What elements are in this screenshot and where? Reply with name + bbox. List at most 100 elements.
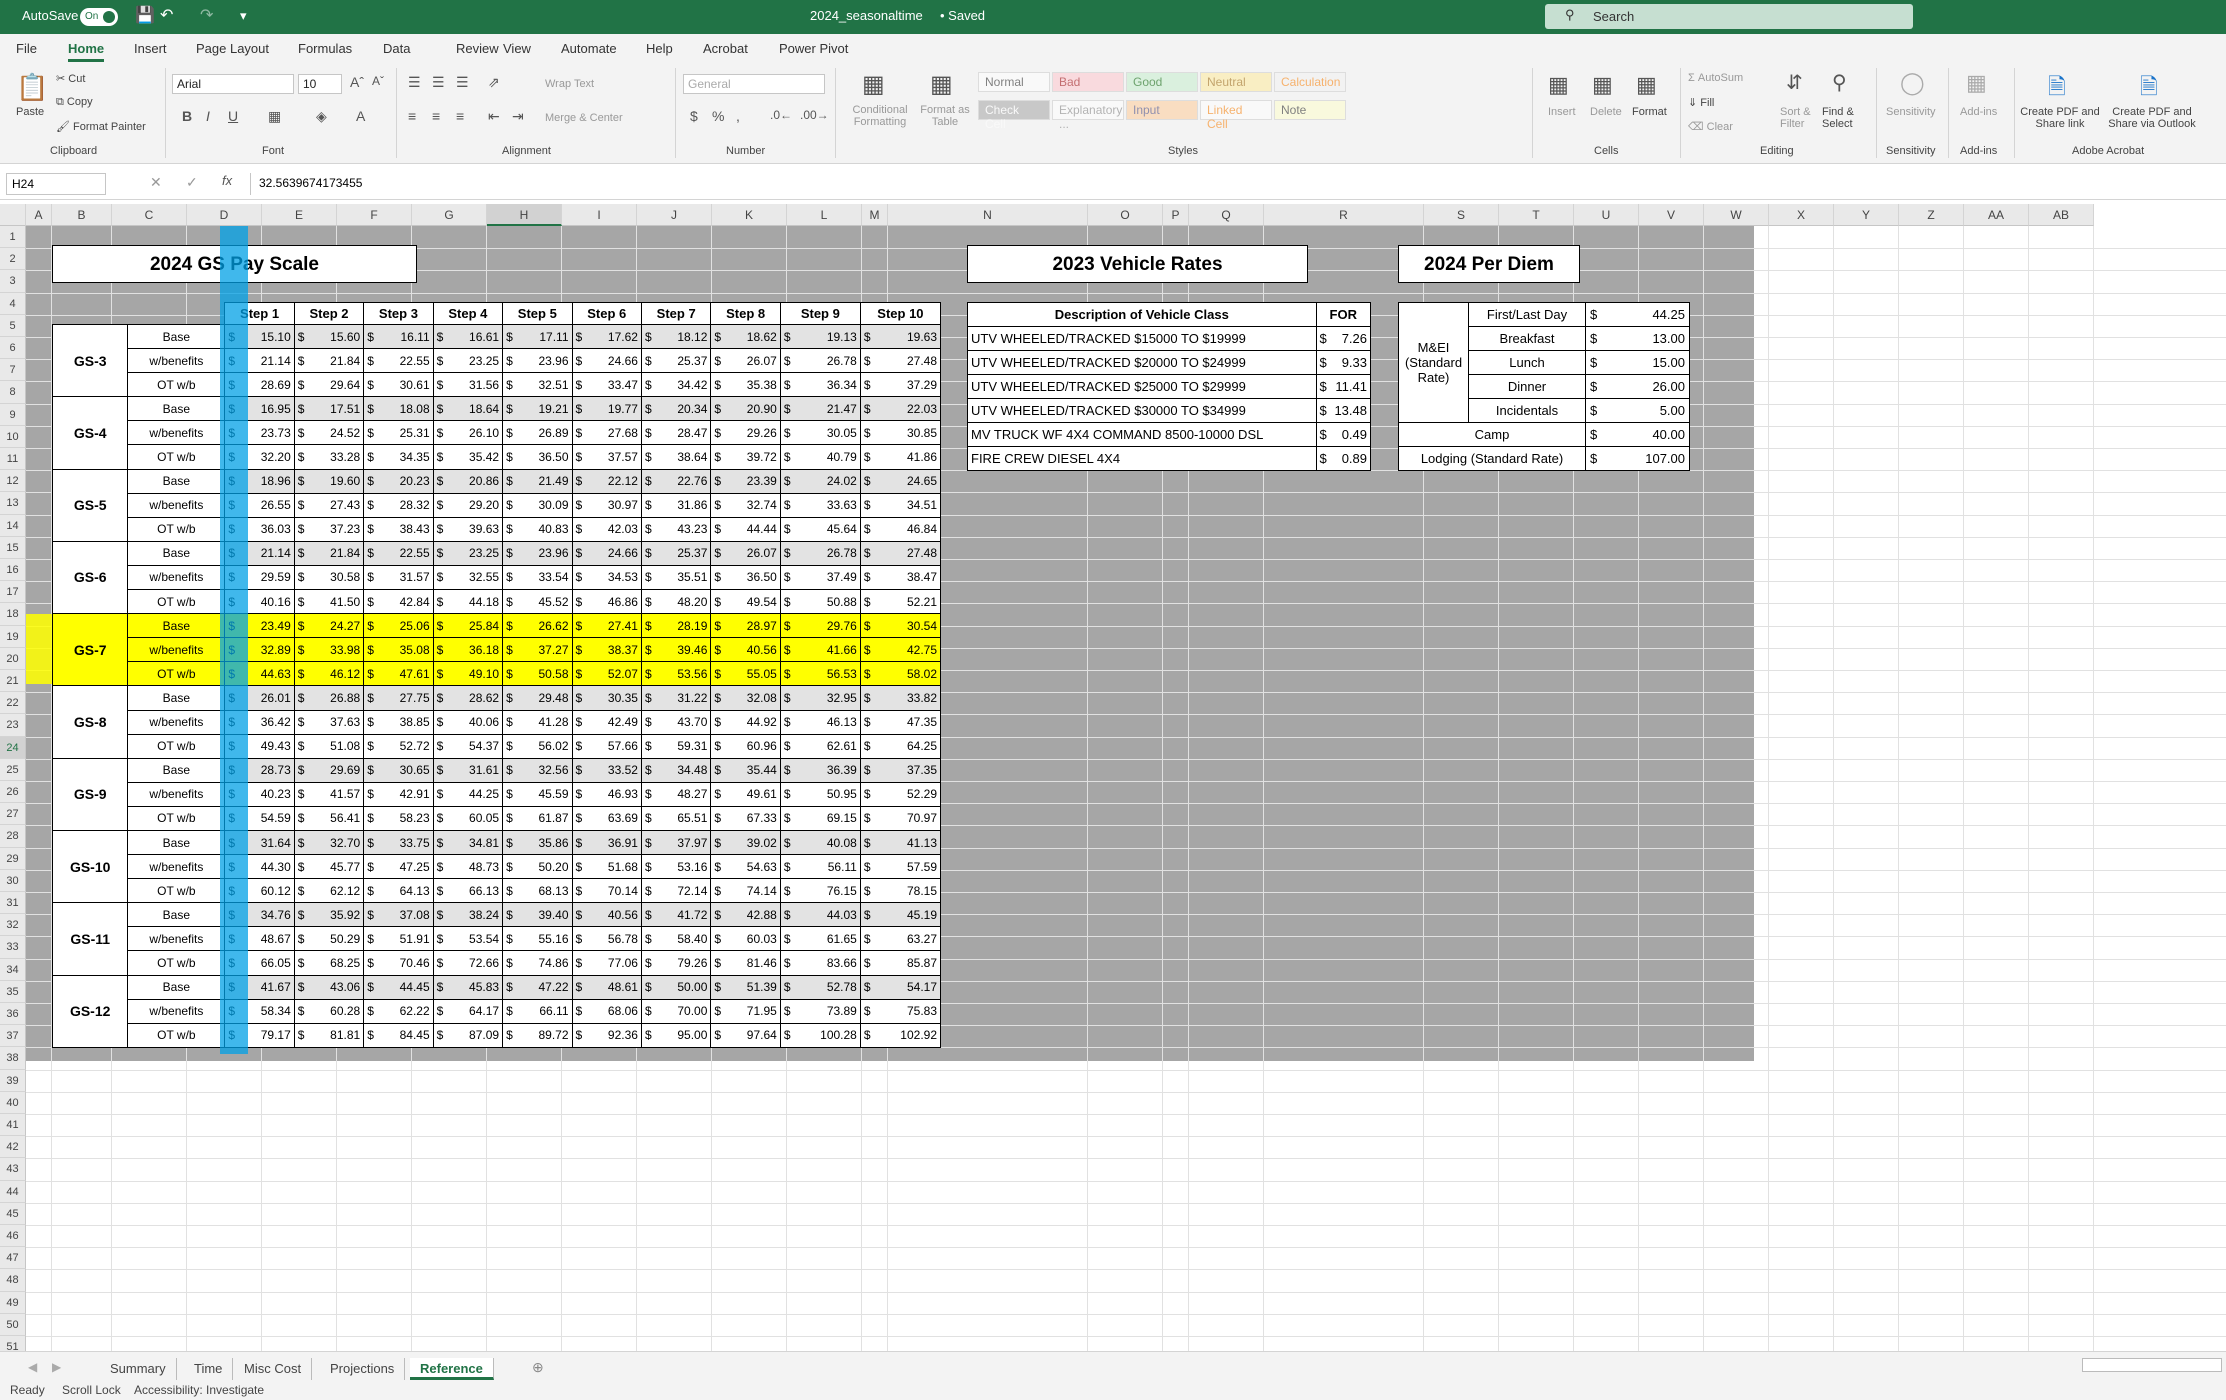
pay-cell[interactable]: $21.47 bbox=[779, 396, 861, 422]
row-header-23[interactable]: 23 bbox=[0, 714, 26, 737]
pay-cell[interactable]: $39.40 bbox=[502, 902, 573, 928]
pay-cell[interactable]: $42.49 bbox=[571, 709, 642, 735]
row-header-12[interactable]: 12 bbox=[0, 470, 26, 493]
autosave-toggle[interactable]: On bbox=[80, 8, 118, 26]
per-diem-amount[interactable]: $5.00 bbox=[1585, 398, 1690, 423]
pay-cell[interactable]: $51.91 bbox=[363, 926, 434, 952]
pay-cell[interactable]: $50.95 bbox=[779, 781, 861, 807]
vehicle-desc[interactable]: UTV WHEELED/TRACKED $20000 TO $24999 bbox=[967, 350, 1317, 375]
pay-cell[interactable]: $64.25 bbox=[859, 733, 942, 759]
wrap-text-button[interactable]: Wrap Text bbox=[545, 78, 594, 90]
pay-cell[interactable]: $25.06 bbox=[363, 613, 434, 639]
pay-cell[interactable]: $61.87 bbox=[502, 805, 573, 831]
pay-cell[interactable]: $72.66 bbox=[432, 950, 504, 976]
pay-cell[interactable]: $45.19 bbox=[859, 902, 942, 928]
pay-cell[interactable]: $31.56 bbox=[432, 372, 504, 398]
sort-filter-icon[interactable]: ⇵ bbox=[1786, 70, 1803, 95]
pay-cell[interactable]: $37.29 bbox=[859, 372, 942, 398]
cell-style-7[interactable]: Input bbox=[1126, 100, 1198, 120]
pay-cell[interactable]: $40.06 bbox=[432, 709, 504, 735]
pay-cell[interactable]: $35.42 bbox=[432, 444, 504, 470]
pay-cell[interactable]: $30.35 bbox=[571, 685, 642, 711]
save-icon[interactable]: 💾 bbox=[135, 5, 155, 25]
cell-style-6[interactable]: Explanatory ... bbox=[1052, 100, 1124, 131]
pay-cell[interactable]: $52.78 bbox=[779, 974, 861, 1000]
row-header-19[interactable]: 19 bbox=[0, 625, 26, 648]
pay-cell[interactable]: $54.63 bbox=[710, 854, 781, 880]
pay-cell[interactable]: $34.48 bbox=[640, 757, 712, 783]
pay-cell[interactable]: $35.44 bbox=[710, 757, 781, 783]
pay-cell[interactable]: $40.56 bbox=[710, 637, 781, 663]
pay-cell[interactable]: $70.14 bbox=[571, 878, 642, 904]
pay-cell[interactable]: $17.11 bbox=[502, 323, 573, 350]
pay-cell[interactable]: $38.24 bbox=[432, 902, 504, 928]
pay-cell[interactable]: $51.39 bbox=[710, 974, 781, 1000]
pay-cell[interactable]: $22.76 bbox=[640, 468, 712, 494]
row-header-18[interactable]: 18 bbox=[0, 603, 26, 626]
pay-cell[interactable]: $27.48 bbox=[859, 348, 942, 374]
pay-cell[interactable]: $39.02 bbox=[710, 829, 781, 856]
pay-cell[interactable]: $56.02 bbox=[502, 733, 573, 759]
sheet-tab-misc-cost[interactable]: Misc Cost bbox=[234, 1358, 313, 1380]
row-header-28[interactable]: 28 bbox=[0, 825, 26, 848]
row-header-48[interactable]: 48 bbox=[0, 1269, 26, 1292]
delete-cells-button[interactable]: Delete bbox=[1590, 106, 1622, 118]
pay-cell[interactable]: $64.13 bbox=[363, 878, 434, 904]
row-header-3[interactable]: 3 bbox=[0, 270, 26, 293]
pay-cell[interactable]: $36.50 bbox=[710, 564, 781, 591]
pay-cell[interactable]: $24.65 bbox=[859, 468, 942, 494]
pay-cell[interactable]: $42.91 bbox=[363, 781, 434, 807]
cell-style-5[interactable]: Check Cell bbox=[978, 100, 1050, 131]
pay-cell[interactable]: $81.81 bbox=[293, 1022, 365, 1048]
pay-cell[interactable]: $27.75 bbox=[363, 685, 434, 711]
row-header-42[interactable]: 42 bbox=[0, 1136, 26, 1159]
pay-cell[interactable]: $24.52 bbox=[293, 420, 365, 446]
pay-cell[interactable]: $29.26 bbox=[710, 420, 781, 446]
column-header-Y[interactable]: Y bbox=[1834, 204, 1899, 226]
pay-cell[interactable]: $26.07 bbox=[710, 540, 781, 566]
row-header-49[interactable]: 49 bbox=[0, 1291, 26, 1314]
pay-cell[interactable]: $66.13 bbox=[432, 878, 504, 904]
save-status[interactable]: • Saved bbox=[940, 8, 985, 23]
pay-cell[interactable]: $34.53 bbox=[571, 564, 642, 591]
pay-cell[interactable]: $41.13 bbox=[859, 829, 942, 856]
column-header-AA[interactable]: AA bbox=[1964, 204, 2029, 226]
pay-cell[interactable]: $42.84 bbox=[363, 589, 434, 615]
increase-decimal-icon[interactable]: .0← bbox=[770, 108, 792, 122]
per-diem-item[interactable]: Breakfast bbox=[1468, 326, 1586, 351]
row-header-13[interactable]: 13 bbox=[0, 492, 26, 515]
pay-cell[interactable]: $21.84 bbox=[293, 540, 365, 566]
menu-page-layout[interactable]: Page Layout bbox=[196, 41, 269, 56]
format-as-table-icon[interactable]: ▦ bbox=[930, 70, 953, 99]
pay-cell[interactable]: $29.69 bbox=[293, 757, 365, 783]
insert-cells-icon[interactable]: ▦ bbox=[1548, 72, 1569, 98]
pay-cell[interactable]: $46.84 bbox=[859, 516, 942, 542]
pay-cell[interactable]: $53.56 bbox=[640, 661, 712, 687]
pay-cell[interactable]: $37.08 bbox=[363, 902, 434, 928]
pay-cell[interactable]: $52.29 bbox=[859, 781, 942, 807]
cell-style-2[interactable]: Good bbox=[1126, 72, 1198, 92]
pay-cell[interactable]: $61.65 bbox=[779, 926, 861, 952]
pay-cell[interactable]: $35.51 bbox=[640, 564, 712, 591]
search-box[interactable]: ⚲ Search bbox=[1545, 4, 1913, 29]
pay-cell[interactable]: $18.08 bbox=[363, 396, 434, 422]
pay-cell[interactable]: $49.54 bbox=[710, 589, 781, 615]
redo-icon[interactable]: ↷ bbox=[200, 5, 213, 25]
column-header-Z[interactable]: Z bbox=[1899, 204, 1964, 226]
pay-cell[interactable]: $32.70 bbox=[293, 829, 365, 856]
row-header-29[interactable]: 29 bbox=[0, 847, 26, 870]
pay-cell[interactable]: $58.23 bbox=[363, 805, 434, 831]
pay-cell[interactable]: $20.86 bbox=[432, 468, 504, 494]
lodging-amount[interactable]: $107.00 bbox=[1585, 446, 1690, 471]
pay-cell[interactable]: $36.39 bbox=[779, 757, 861, 783]
pay-cell[interactable]: $17.51 bbox=[293, 396, 365, 422]
paste-icon[interactable]: 📋 bbox=[16, 72, 48, 103]
column-header-J[interactable]: J bbox=[637, 204, 712, 226]
pay-cell[interactable]: $36.91 bbox=[571, 829, 642, 856]
pay-cell[interactable]: $37.97 bbox=[640, 829, 712, 856]
format-cells-icon[interactable]: ▦ bbox=[1636, 72, 1657, 98]
pay-cell[interactable]: $32.56 bbox=[502, 757, 573, 783]
row-header-6[interactable]: 6 bbox=[0, 337, 26, 360]
pay-cell[interactable]: $52.21 bbox=[859, 589, 942, 615]
pay-cell[interactable]: $41.50 bbox=[293, 589, 365, 615]
